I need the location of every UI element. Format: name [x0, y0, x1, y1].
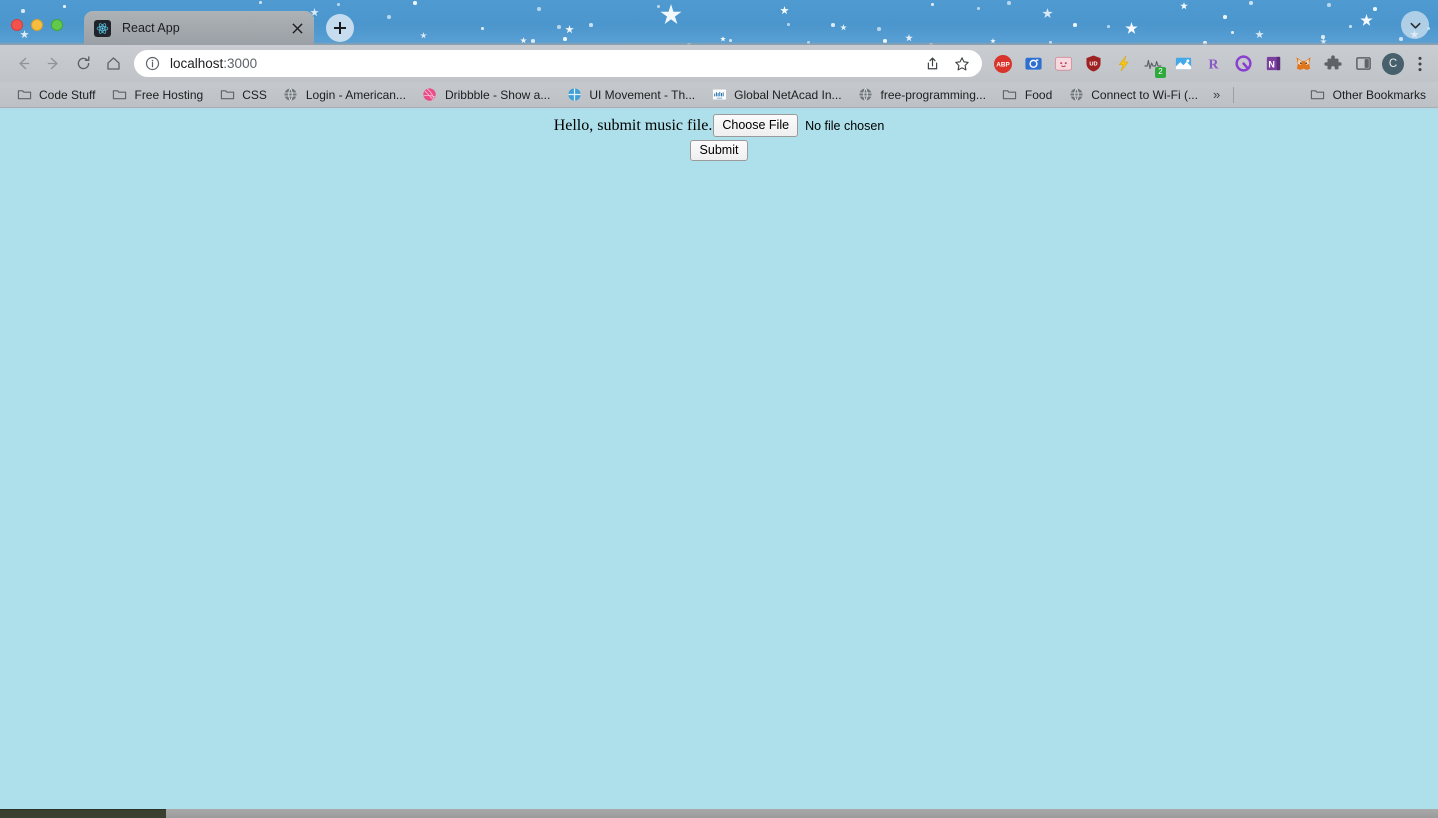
folder-icon	[219, 87, 235, 103]
bookmark-label: Other Bookmarks	[1333, 89, 1426, 101]
bookmark-label: Food	[1025, 89, 1052, 101]
chevron-down-icon[interactable]	[1401, 11, 1429, 39]
side-panel-icon[interactable]	[1348, 49, 1378, 79]
horizontal-scrollbar[interactable]	[0, 809, 1438, 818]
bookmark-label: Connect to Wi-Fi (...	[1091, 89, 1198, 101]
bookmark-code-stuff[interactable]: Code Stuff	[8, 84, 103, 105]
new-tab-button[interactable]	[326, 14, 354, 42]
minimize-window-button[interactable]	[31, 19, 43, 31]
extension-badge-count: 2	[1155, 67, 1166, 78]
avatar[interactable]: C	[1378, 49, 1408, 79]
cisco-icon: cisco	[711, 87, 727, 103]
bookmark-login-american[interactable]: Login - American...	[275, 84, 414, 105]
page-viewport: Hello, submit music file. Choose File No…	[0, 110, 1438, 818]
folder-icon	[1310, 87, 1326, 103]
bookmark-label: Free Hosting	[134, 89, 203, 101]
svg-text:UD: UD	[1089, 62, 1097, 68]
bookmark-global-netacad[interactable]: cisco Global NetAcad In...	[703, 84, 849, 105]
bookmark-label: Code Stuff	[39, 89, 95, 101]
extensions-tray: ABP UD 2 R N C	[988, 49, 1432, 79]
bookmarks-overflow-button[interactable]: »	[1206, 85, 1227, 104]
extension-honey-icon[interactable]	[1228, 49, 1258, 79]
bookmark-other-bookmarks[interactable]: Other Bookmarks	[1302, 84, 1434, 105]
kebab-menu-icon[interactable]	[1408, 49, 1432, 79]
browser-tab-react-app[interactable]: React App	[84, 11, 314, 45]
page-content: Hello, submit music file. Choose File No…	[0, 110, 1438, 159]
choose-file-button[interactable]: Choose File	[713, 114, 798, 137]
close-window-button[interactable]	[11, 19, 23, 31]
bookmark-free-hosting[interactable]: Free Hosting	[103, 84, 211, 105]
folder-icon	[1002, 87, 1018, 103]
submit-row: Submit	[0, 141, 1438, 159]
extension-image-preview-icon[interactable]	[1168, 49, 1198, 79]
svg-text:N: N	[1268, 60, 1275, 70]
globe-icon	[283, 87, 299, 103]
profile-initial: C	[1382, 53, 1404, 75]
bookmark-connect-to-wifi[interactable]: Connect to Wi-Fi (...	[1060, 84, 1206, 105]
globe-icon	[858, 87, 874, 103]
extension-adblock-plus-icon[interactable]: ABP	[988, 49, 1018, 79]
browser-toolbar: localhost:3000 ABP UD 2 R N C	[0, 45, 1438, 82]
browser-tab-strip: React App	[0, 0, 1438, 45]
bookmark-label: free-programming...	[881, 89, 986, 101]
globe-icon	[1068, 87, 1084, 103]
extension-onenote-icon[interactable]: N	[1258, 49, 1288, 79]
back-arrow-icon[interactable]	[8, 49, 38, 79]
reload-icon[interactable]	[68, 49, 98, 79]
uimovement-icon	[566, 87, 582, 103]
scrollbar-thumb[interactable]	[0, 809, 166, 818]
share-icon[interactable]	[925, 56, 940, 71]
info-circle-icon[interactable]	[145, 56, 160, 71]
extension-ublock-shield-icon[interactable]: UD	[1078, 49, 1108, 79]
dribbble-icon	[422, 87, 438, 103]
url-port: :3000	[223, 56, 257, 71]
svg-text:cisco: cisco	[716, 97, 722, 100]
window-controls[interactable]	[11, 19, 63, 31]
url-text[interactable]: localhost:3000	[170, 56, 257, 71]
bookmark-label: Dribbble - Show a...	[445, 89, 550, 101]
extension-screenshot-camera-icon[interactable]	[1018, 49, 1048, 79]
bookmark-food[interactable]: Food	[994, 84, 1060, 105]
maximize-window-button[interactable]	[51, 19, 63, 31]
extension-pinterest-cat-icon[interactable]	[1048, 49, 1078, 79]
folder-icon	[111, 87, 127, 103]
extension-metamask-fox-icon[interactable]	[1288, 49, 1318, 79]
bookmark-dribbble[interactable]: Dribbble - Show a...	[414, 84, 558, 105]
svg-text:R: R	[1208, 56, 1219, 71]
extension-waveform-icon[interactable]: 2	[1138, 49, 1168, 79]
bookmark-label: CSS	[242, 89, 267, 101]
bookmark-label: UI Movement - Th...	[589, 89, 695, 101]
forward-arrow-icon[interactable]	[38, 49, 68, 79]
submit-button[interactable]: Submit	[690, 140, 749, 161]
svg-text:ABP: ABP	[996, 61, 1010, 68]
upload-form: Hello, submit music file. Choose File No…	[554, 114, 885, 137]
address-bar[interactable]: localhost:3000	[134, 50, 982, 77]
home-icon[interactable]	[98, 49, 128, 79]
page-title: Hello, submit music file.	[554, 117, 713, 135]
react-logo-icon	[94, 20, 111, 37]
scrollbar-track[interactable]	[0, 809, 1438, 818]
close-icon[interactable]	[288, 19, 306, 37]
file-status-text: No file chosen	[805, 119, 884, 133]
tab-title: React App	[122, 21, 288, 35]
bookmark-css[interactable]: CSS	[211, 84, 275, 105]
bookmark-free-programming[interactable]: free-programming...	[850, 84, 994, 105]
folder-icon	[16, 87, 32, 103]
extension-rakuten-icon[interactable]: R	[1198, 49, 1228, 79]
extension-lightning-bolt-icon[interactable]	[1108, 49, 1138, 79]
bookmarks-bar: Code Stuff Free Hosting CSS Login - Amer…	[0, 82, 1438, 108]
bookmark-ui-movement[interactable]: UI Movement - Th...	[558, 84, 703, 105]
file-input[interactable]: Choose File No file chosen	[713, 114, 884, 137]
url-host: localhost	[170, 56, 223, 71]
bookmarks-separator	[1233, 87, 1234, 103]
bookmark-label: Global NetAcad In...	[734, 89, 841, 101]
extensions-puzzle-icon[interactable]	[1318, 49, 1348, 79]
bookmark-label: Login - American...	[306, 89, 406, 101]
star-icon[interactable]	[954, 56, 970, 72]
